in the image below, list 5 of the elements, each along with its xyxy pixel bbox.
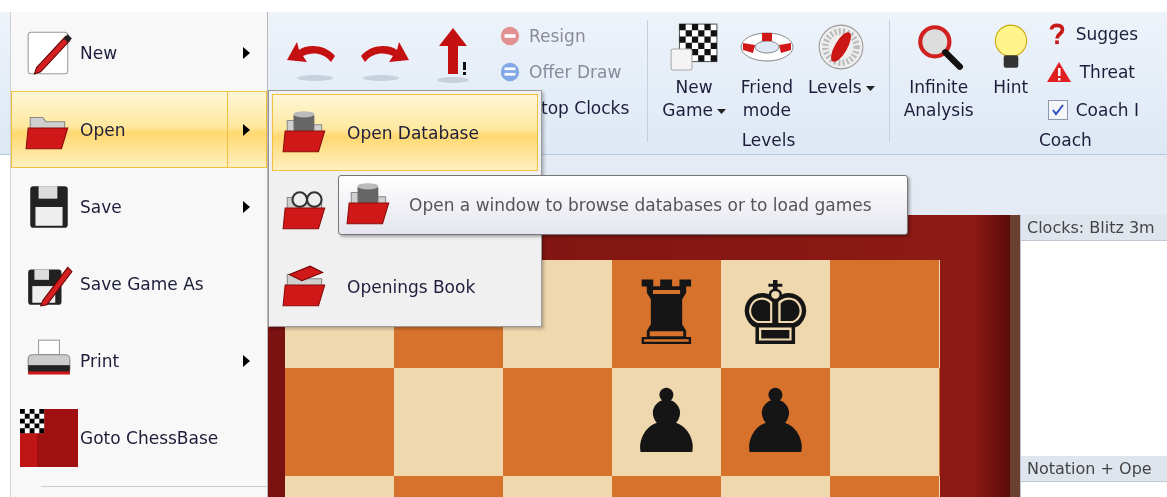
group-label: Levels — [741, 130, 796, 150]
tooltip-text: Open a window to browse databases or to load games — [409, 195, 872, 215]
group-label: Coach — [1038, 130, 1093, 150]
pane-title: Clocks: Blitz 3m — [1021, 215, 1167, 241]
pane-title: Notation + Ope — [1021, 456, 1167, 482]
